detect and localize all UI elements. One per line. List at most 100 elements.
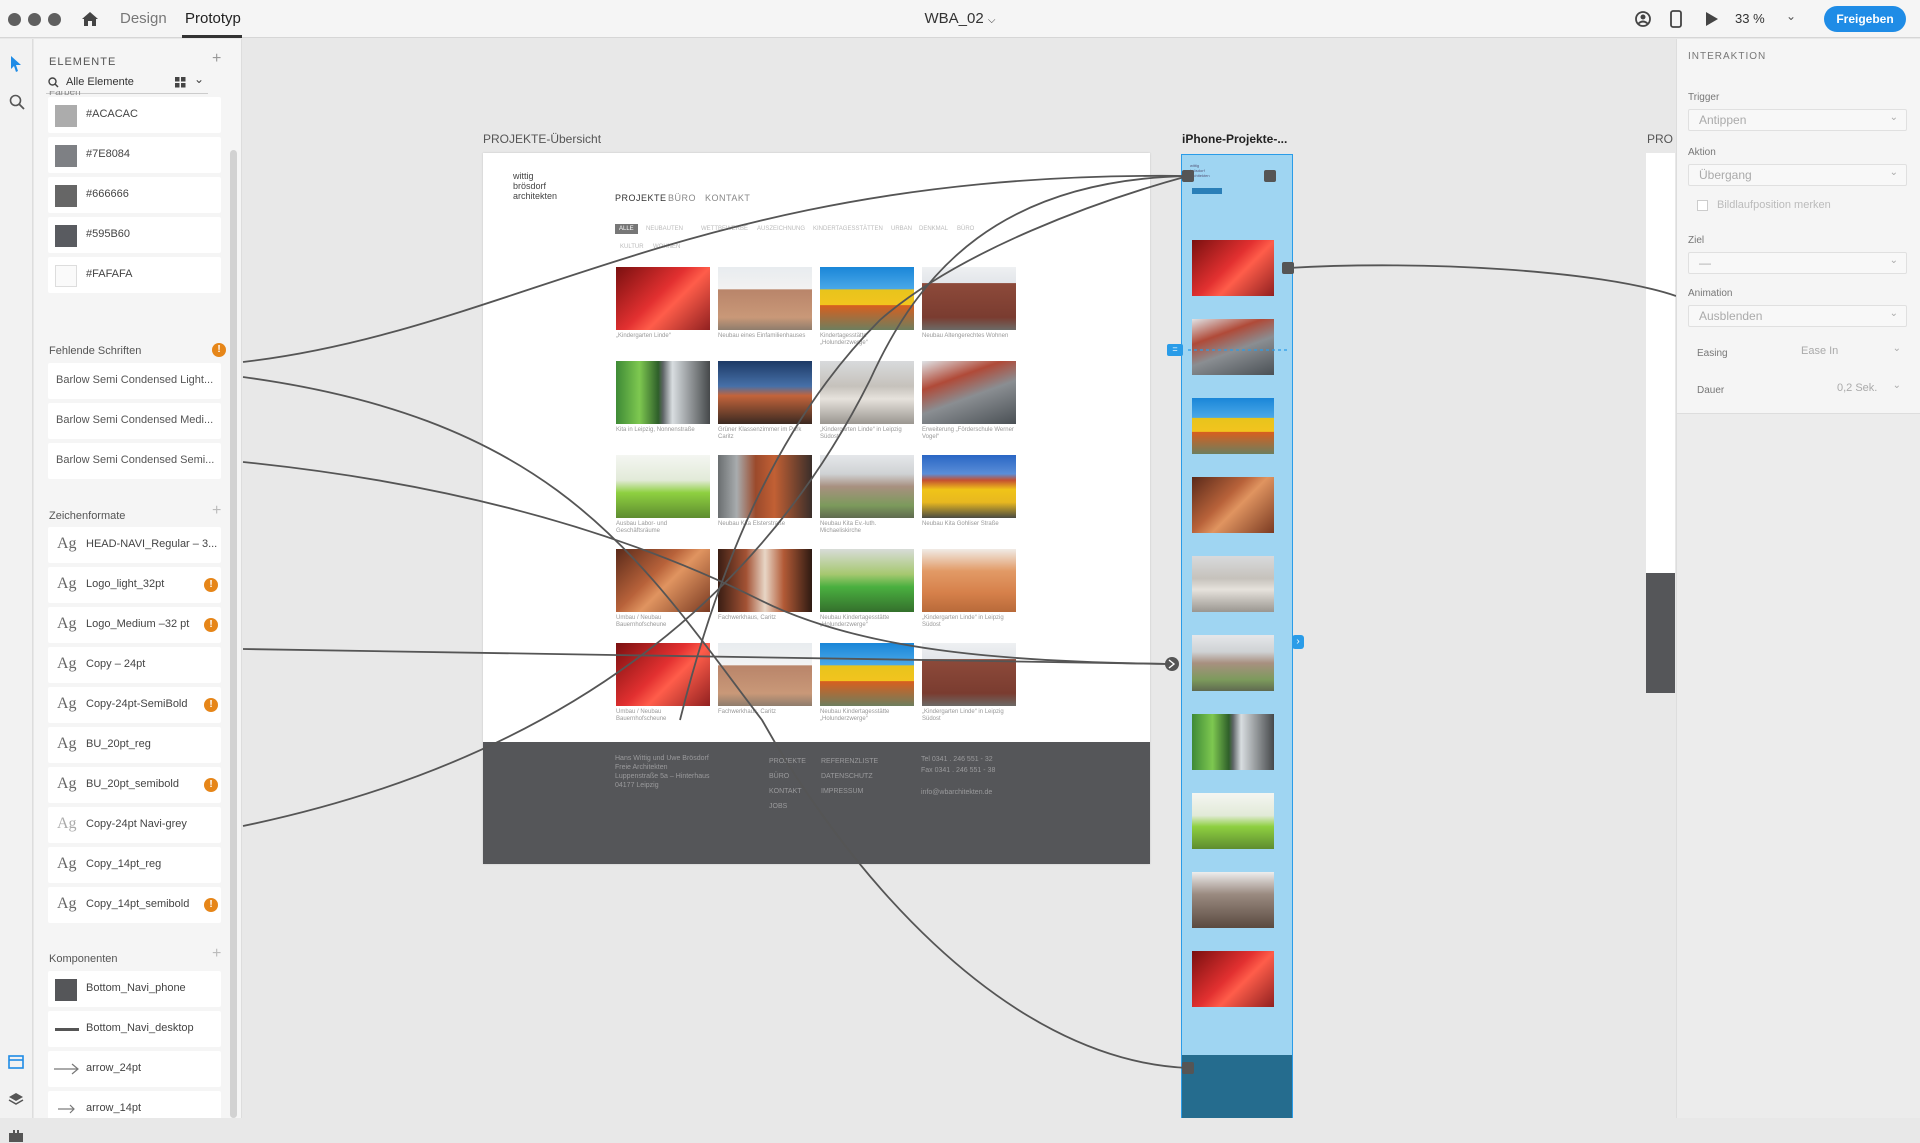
plugins-icon[interactable]: [8, 1129, 24, 1143]
project-thumbnail[interactable]: [820, 267, 914, 330]
nav-office[interactable]: BÜRO: [668, 193, 696, 203]
search-icon[interactable]: [9, 94, 25, 110]
project-thumbnail[interactable]: [820, 643, 914, 706]
project-thumbnail[interactable]: [922, 643, 1016, 706]
preserve-scroll-checkbox[interactable]: [1697, 200, 1708, 211]
layers-icon[interactable]: [8, 1092, 24, 1106]
filter-chip[interactable]: BÜRO: [957, 226, 974, 232]
char-style-item[interactable]: Ag Copy – 24pt: [48, 647, 221, 683]
project-thumbnail[interactable]: [718, 455, 812, 518]
phone-project-thumbnail[interactable]: [1192, 872, 1274, 928]
color-swatch-item[interactable]: #ACACAC: [48, 97, 221, 133]
project-thumbnail[interactable]: [616, 361, 710, 424]
project-thumbnail[interactable]: [718, 643, 812, 706]
play-icon[interactable]: [1705, 11, 1719, 27]
phone-project-thumbnail[interactable]: [1192, 240, 1274, 296]
project-thumbnail[interactable]: [820, 455, 914, 518]
target-select[interactable]: — ⌄: [1688, 252, 1907, 274]
action-select[interactable]: Übergang ⌄: [1688, 164, 1907, 186]
add-component-icon[interactable]: +: [212, 945, 221, 963]
project-thumbnail[interactable]: [616, 643, 710, 706]
char-style-item[interactable]: Ag Copy-24pt Navi-grey: [48, 807, 221, 843]
color-swatch-item[interactable]: #666666: [48, 177, 221, 213]
project-thumbnail[interactable]: [718, 549, 812, 612]
footer-link[interactable]: BÜRO: [769, 769, 806, 784]
project-thumbnail[interactable]: [820, 549, 914, 612]
assets-panel-icon[interactable]: [8, 1055, 24, 1069]
project-thumbnail[interactable]: [616, 267, 710, 330]
device-preview-icon[interactable]: [1670, 10, 1682, 28]
phone-project-thumbnail[interactable]: [1192, 635, 1274, 691]
component-item[interactable]: Bottom_Navi_phone: [48, 971, 221, 1007]
home-icon[interactable]: [80, 9, 100, 29]
char-style-item[interactable]: Ag Logo_light_32pt!: [48, 567, 221, 603]
add-asset-icon[interactable]: +: [212, 50, 221, 68]
char-style-item[interactable]: Ag Copy_14pt_semibold!: [48, 887, 221, 923]
footer-link[interactable]: PROJEKTE: [769, 754, 806, 769]
component-item[interactable]: Bottom_Navi_desktop: [48, 1011, 221, 1047]
artboard-project-detail[interactable]: [1646, 153, 1675, 693]
artboard-label[interactable]: PRO: [1647, 132, 1673, 146]
color-swatch-item[interactable]: #7E8084: [48, 137, 221, 173]
char-style-item[interactable]: Ag Copy-24pt-SemiBold!: [48, 687, 221, 723]
footer-link[interactable]: IMPRESSUM: [821, 784, 878, 799]
project-thumbnail[interactable]: [820, 361, 914, 424]
artboard-projects-overview[interactable]: wittig brösdorf architekten PROJEKTE BÜR…: [483, 153, 1150, 864]
phone-project-thumbnail[interactable]: [1192, 556, 1274, 612]
phone-project-thumbnail[interactable]: [1192, 793, 1274, 849]
phone-project-thumbnail[interactable]: [1192, 477, 1274, 533]
project-thumbnail[interactable]: [922, 361, 1016, 424]
filter-chip[interactable]: AUSZEICHNUNG: [757, 226, 805, 232]
footer-link[interactable]: DATENSCHUTZ: [821, 769, 878, 784]
select-tool-icon[interactable]: [9, 55, 23, 73]
close-window-button[interactable]: [8, 13, 21, 26]
project-thumbnail[interactable]: [718, 361, 812, 424]
filter-chip[interactable]: WETTBEWERBE: [701, 226, 748, 232]
nav-contact[interactable]: KONTAKT: [705, 193, 750, 203]
phone-project-thumbnail[interactable]: [1192, 319, 1274, 375]
tab-prototype[interactable]: Prototyp: [185, 10, 241, 27]
filter-chip[interactable]: ALLE: [615, 224, 638, 234]
filter-chip[interactable]: URBAN: [891, 226, 912, 232]
project-thumbnail[interactable]: [616, 455, 710, 518]
filter-chip[interactable]: NEUBAUTEN: [646, 226, 683, 232]
artboard-iphone-projects[interactable]: wittig brösdorf architekten: [1181, 154, 1293, 1118]
char-style-item[interactable]: Ag HEAD-NAVI_Regular – 3...: [48, 527, 221, 563]
share-button[interactable]: Freigeben: [1824, 6, 1906, 32]
component-item[interactable]: arrow_24pt: [48, 1051, 221, 1087]
add-character-style-icon[interactable]: +: [212, 502, 221, 520]
maximize-window-button[interactable]: [48, 13, 61, 26]
project-thumbnail[interactable]: [718, 267, 812, 330]
assets-scrollbar[interactable]: [230, 150, 237, 1118]
missing-font-item[interactable]: Barlow Semi Condensed Light...: [48, 363, 221, 399]
artboard-label[interactable]: iPhone-Projekte-...: [1182, 132, 1287, 146]
nav-projects[interactable]: PROJEKTE: [615, 193, 667, 203]
zoom-chevron-down-icon[interactable]: ⌄: [1786, 9, 1796, 23]
project-thumbnail[interactable]: [922, 455, 1016, 518]
color-swatch-item[interactable]: #595B60: [48, 217, 221, 253]
component-item[interactable]: arrow_14pt: [48, 1091, 221, 1118]
footer-link[interactable]: KONTAKT: [769, 784, 806, 799]
char-style-item[interactable]: Ag BU_20pt_semibold!: [48, 767, 221, 803]
zoom-level[interactable]: 33 %: [1735, 11, 1765, 26]
char-style-item[interactable]: Ag Logo_Medium –32 pt!: [48, 607, 221, 643]
phone-project-thumbnail[interactable]: [1192, 951, 1274, 1007]
grid-view-icon[interactable]: [175, 77, 186, 88]
filter-chip[interactable]: DENKMAL: [919, 226, 948, 232]
color-swatch-item[interactable]: #FAFAFA: [48, 257, 221, 293]
duration-select[interactable]: 0,2 Sek. ⌄: [1837, 380, 1901, 394]
char-style-item[interactable]: Ag BU_20pt_reg: [48, 727, 221, 763]
chevron-right-icon[interactable]: ›: [1292, 635, 1304, 649]
canvas[interactable]: PROJEKTE-Übersicht iPhone-Projekte-... P…: [243, 39, 1675, 1118]
easing-select[interactable]: Ease In ⌄: [1801, 343, 1901, 357]
missing-font-item[interactable]: Barlow Semi Condensed Semi...: [48, 443, 221, 479]
tab-design[interactable]: Design: [120, 10, 167, 27]
animation-select[interactable]: Ausblenden ⌄: [1688, 305, 1907, 327]
missing-font-item[interactable]: Barlow Semi Condensed Medi...: [48, 403, 221, 439]
project-thumbnail[interactable]: [616, 549, 710, 612]
filter-chip[interactable]: KINDERTAGESSTÄTTEN: [813, 226, 883, 232]
project-thumbnail[interactable]: [922, 549, 1016, 612]
phone-project-thumbnail[interactable]: [1192, 714, 1274, 770]
footer-link[interactable]: JOBS: [769, 799, 806, 814]
user-preview-icon[interactable]: [1634, 10, 1652, 28]
